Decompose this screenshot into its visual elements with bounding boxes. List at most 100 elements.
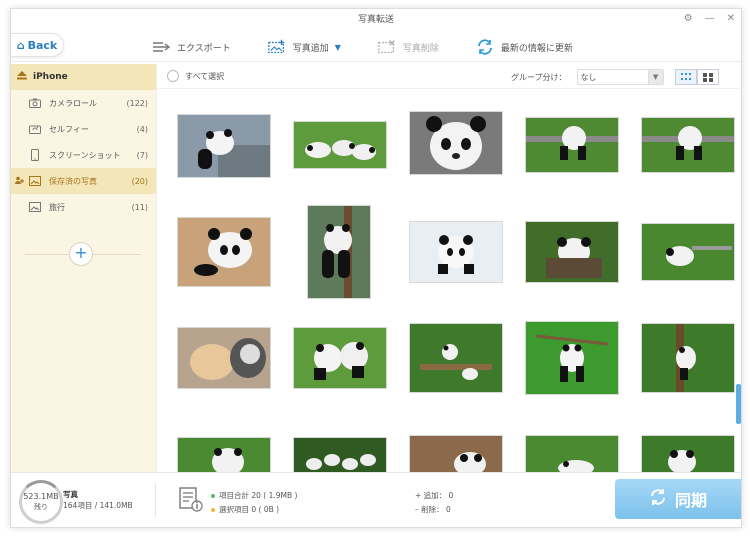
sidebar-item-label: 保存済の写真 [49, 176, 97, 186]
sidebar-item-count: (4) [136, 124, 148, 134]
app-window: 写真転送 ⚙ — ✕ ⌂ Back エクスポート 写真追加 ▼ 写真削除 最新の… [10, 8, 742, 528]
photo-thumbnail[interactable] [409, 111, 503, 175]
sidebar-item-travel[interactable]: 旅行 (11) [11, 194, 156, 220]
photo-thumbnail[interactable] [293, 437, 387, 472]
storage-info: 写真 164項目 / 141.0MB [63, 489, 133, 511]
group-by: グループ分け： なし ▼ [511, 69, 664, 85]
dropdown-arrow-icon[interactable]: ▼ [335, 43, 341, 52]
view-toggle [675, 69, 719, 85]
add-album-button[interactable]: + [69, 242, 93, 266]
photo-thumbnail[interactable] [525, 221, 619, 283]
photo-thumbnail[interactable] [409, 221, 503, 283]
totals: 項目合計 20 ( 1.9MB ) 選択項目 0 ( 0B ) [211, 489, 297, 517]
sync-icon [649, 488, 667, 510]
photo-thumbnail[interactable] [177, 437, 271, 472]
home-icon: ⌂ [16, 38, 25, 52]
add-photo-label: 写真追加 [292, 43, 329, 54]
select-all-label: すべて選択 [185, 71, 225, 81]
eject-icon [17, 71, 27, 83]
status-bar: 523.1MB 残り 写真 164項目 / 141.0MB 項目合計 20 ( … [11, 472, 741, 527]
people-icon [15, 176, 25, 187]
album-icon [29, 202, 41, 212]
export-button[interactable]: エクスポート [151, 39, 231, 55]
sidebar-item-count: (11) [131, 202, 148, 212]
window-title: 写真転送 [357, 15, 394, 25]
sidebar-item-label: セルフィー [49, 124, 89, 134]
phone-icon [29, 149, 41, 161]
sync-label: 同期 [674, 491, 707, 510]
total-dot [211, 494, 215, 498]
back-button[interactable]: ⌂ Back [11, 33, 64, 57]
add-photo-button[interactable]: 写真追加 ▼ [267, 39, 341, 55]
sync-button[interactable]: 同期 [615, 479, 741, 519]
photo-thumbnail[interactable] [641, 435, 735, 472]
delete-photo-icon [377, 39, 397, 55]
toolbar-divider [11, 61, 741, 62]
saved-photo-icon [29, 176, 41, 186]
sidebar-item-label: カメラロール [49, 98, 97, 108]
sidebar-item-count: (7) [136, 150, 148, 160]
sidebar-item-label: 旅行 [49, 202, 65, 212]
storage-gauge: 523.1MB 残り [19, 480, 63, 524]
chevron-down-icon: ▼ [647, 70, 663, 84]
storage-free: 523.1MB [23, 492, 59, 501]
delete-photo-label: 写真削除 [402, 43, 439, 54]
photo-thumbnail[interactable] [641, 117, 735, 173]
photo-thumbnail[interactable] [177, 217, 271, 287]
refresh-icon [475, 39, 495, 55]
large-grid-view-button[interactable] [697, 69, 719, 85]
storage-detail: 164項目 / 141.0MB [63, 501, 133, 510]
settings-gear-icon[interactable]: ⚙ [684, 11, 693, 27]
sidebar-item-count: (20) [131, 176, 148, 186]
group-by-value: なし [580, 72, 597, 82]
photo-thumbnail[interactable] [525, 435, 619, 472]
add-photo-icon [267, 39, 287, 55]
photo-grid [157, 89, 741, 472]
photo-thumbnail[interactable] [293, 121, 387, 169]
close-icon[interactable]: ✕ [727, 11, 735, 27]
group-by-select[interactable]: なし ▼ [576, 69, 664, 85]
sidebar-item-camera-roll[interactable]: カメラロール (122) [11, 90, 156, 116]
photo-thumbnail[interactable] [409, 323, 503, 393]
add-count: 追加： 0 [423, 491, 454, 500]
photo-thumbnail[interactable] [293, 327, 387, 389]
device-name: iPhone [33, 72, 68, 82]
photo-thumbnail[interactable] [307, 205, 371, 299]
export-label: エクスポート [177, 43, 231, 54]
export-icon [151, 39, 171, 55]
sidebar-item-saved-photos[interactable]: 保存済の写真 (20) [11, 168, 156, 194]
select-all-checkbox[interactable] [167, 70, 179, 82]
window-controls: ⚙ — ✕ [684, 11, 735, 27]
group-by-label: グループ分け： [511, 72, 567, 82]
selfie-camera-icon [29, 124, 41, 134]
photo-thumbnail[interactable] [177, 327, 271, 389]
device-header[interactable]: iPhone [11, 64, 156, 90]
photo-thumbnail[interactable] [525, 321, 619, 395]
storage-free-label: 残り [34, 503, 48, 511]
status-divider [155, 483, 156, 517]
photo-thumbnail[interactable] [525, 117, 619, 173]
storage-type: 写真 [63, 490, 78, 499]
back-label: Back [27, 38, 58, 52]
small-grid-view-button[interactable] [675, 69, 697, 85]
selected-items: 選択項目 0 ( 0B ) [219, 505, 280, 514]
refresh-button[interactable]: 最新の情報に更新 [475, 39, 573, 55]
camera-icon [29, 98, 41, 108]
pending-changes: + 追加： 0 – 削除： 0 [415, 489, 453, 517]
document-info-icon [179, 487, 203, 513]
photo-thumbnail[interactable] [177, 114, 271, 178]
photo-panel: すべて選択 グループ分け： なし ▼ [157, 64, 741, 472]
photo-thumbnail[interactable] [641, 223, 735, 281]
delete-photo-button[interactable]: 写真削除 [377, 39, 439, 55]
list-header: すべて選択 グループ分け： なし ▼ [157, 64, 741, 89]
scrollbar[interactable] [736, 384, 741, 424]
sidebar-item-selfie[interactable]: セルフィー (4) [11, 116, 156, 142]
photo-thumbnail[interactable] [641, 323, 735, 393]
minimize-icon[interactable]: — [705, 11, 715, 27]
refresh-label: 最新の情報に更新 [500, 43, 573, 54]
sidebar-item-screenshots[interactable]: スクリーンショット (7) [11, 142, 156, 168]
sidebar-item-count: (122) [126, 98, 148, 108]
photo-thumbnail[interactable] [409, 435, 503, 472]
sidebar-item-label: スクリーンショット [49, 150, 121, 160]
remove-count: 削除： 0 [421, 505, 451, 514]
